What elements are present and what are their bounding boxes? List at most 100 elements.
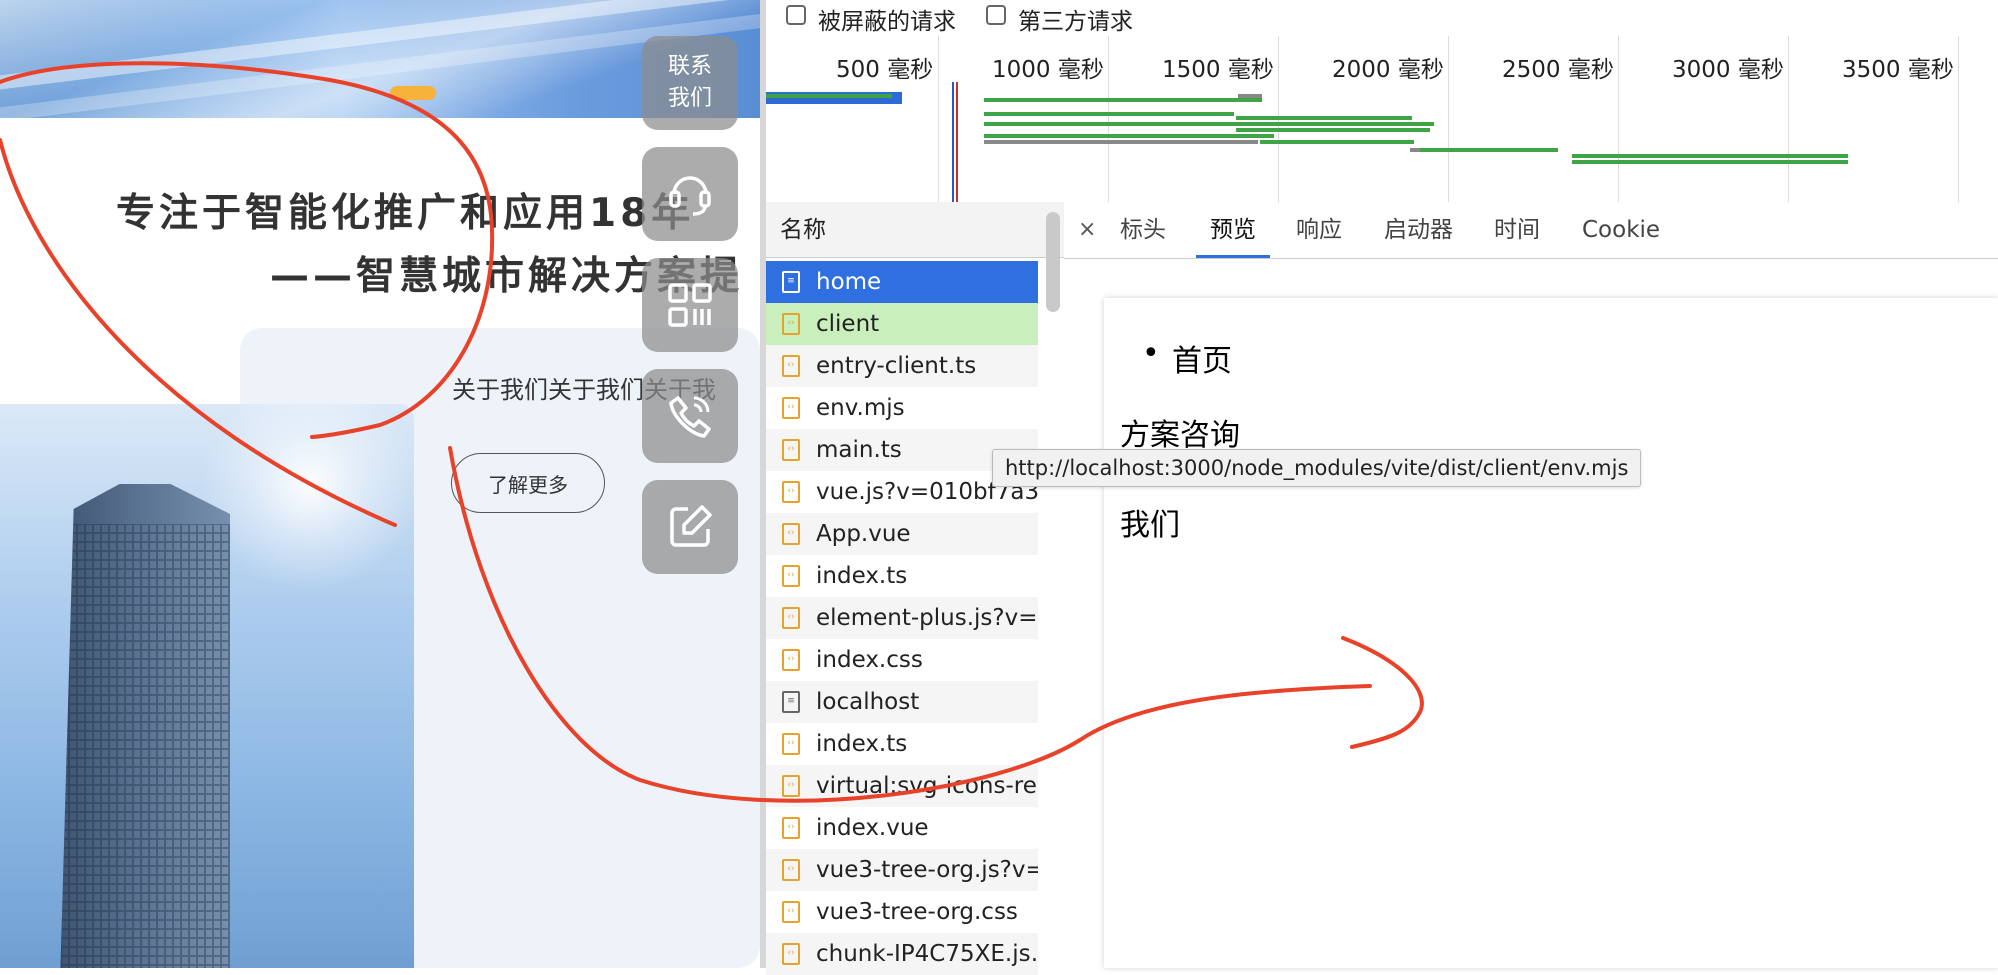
tab-initiator[interactable]: 启动器 (1384, 202, 1453, 258)
request-row[interactable]: ‹› entry-client.ts (766, 345, 1038, 387)
contact-us-button[interactable]: 联系 我们 (642, 36, 738, 130)
timeline-gridline (1958, 36, 1959, 202)
waterfall-bar (1260, 140, 1414, 144)
timeline-tick-label: 2500 毫秒 (1502, 57, 1614, 83)
request-row[interactable]: ‹› index.ts (766, 555, 1038, 597)
network-overview-timeline[interactable]: 500 毫秒 1000 毫秒 1500 毫秒 2000 毫秒 2500 毫秒 3… (766, 36, 1998, 203)
close-detail-button[interactable]: × (1078, 202, 1096, 258)
request-row[interactable]: ≡ localhost (766, 681, 1038, 723)
tab-timing[interactable]: 时间 (1494, 202, 1540, 258)
request-row[interactable]: ‹› chunk-IP4C75XE.js… (766, 933, 1038, 975)
request-detail-panel: × 标头 预览 响应 启动器 时间 Cookie 首页 方案咨询 联系 我们 (1064, 202, 1998, 968)
request-name: home (816, 269, 882, 295)
building-photo (0, 404, 414, 968)
request-row[interactable]: ‹› env.mjs (766, 387, 1038, 429)
waterfall-bar (1572, 160, 1848, 164)
document-file-icon: ≡ (782, 691, 800, 713)
qr-code-button[interactable] (642, 258, 738, 352)
html-preview: 首页 方案咨询 联系 我们 (1104, 298, 1998, 968)
request-name: virtual:svg-icons-re… (816, 773, 1038, 799)
request-name: index.ts (816, 563, 908, 589)
waterfall-bar (766, 94, 892, 98)
waterfall-bar (984, 112, 1234, 116)
waterfall-bar (984, 98, 1262, 102)
request-list-scrollbar[interactable] (1046, 212, 1060, 312)
request-row[interactable]: ‹› index.ts (766, 723, 1038, 765)
filter-bar: 被屏蔽的请求 第三方请求 (766, 0, 1998, 37)
script-file-icon: ‹› (782, 901, 800, 923)
request-name: vue3-tree-org.js?v=… (816, 857, 1038, 883)
customer-service-button[interactable] (642, 147, 738, 241)
timeline-tick-label: 500 毫秒 (836, 57, 934, 83)
script-file-icon: ‹› (782, 775, 800, 797)
timeline-gridline (938, 36, 939, 202)
script-file-icon: ‹› (782, 313, 800, 335)
script-file-icon: ‹› (782, 565, 800, 587)
script-file-icon: ‹› (782, 523, 800, 545)
timeline-tick-label: 1000 毫秒 (992, 57, 1104, 83)
contact-label-line-2: 我们 (667, 86, 712, 111)
request-name: App.vue (816, 521, 911, 547)
request-row[interactable]: ‹› App.vue (766, 513, 1038, 555)
phone-icon (669, 396, 711, 438)
timeline-tick-label: 3000 毫秒 (1672, 57, 1784, 83)
sun-glare (200, 404, 414, 594)
document-file-icon: ≡ (782, 271, 800, 293)
script-file-icon: ‹› (782, 607, 800, 629)
script-file-icon: ‹› (782, 733, 800, 755)
script-file-icon: ‹› (782, 859, 800, 881)
waterfall-bar (984, 134, 1274, 138)
tower-windows (60, 524, 230, 968)
blocked-requests-checkbox[interactable] (786, 5, 806, 25)
script-file-icon: ‹› (782, 943, 800, 965)
waterfall-bar (1572, 154, 1848, 158)
third-party-requests-checkbox[interactable] (986, 5, 1006, 25)
load-event-marker (956, 82, 958, 202)
waterfall-bar (984, 122, 1434, 126)
customer-service-icon (669, 176, 711, 216)
tab-response[interactable]: 响应 (1296, 202, 1342, 258)
request-name: localhost (816, 689, 920, 715)
preview-list-item: 首页 (1142, 336, 1232, 380)
timeline-gridline (1618, 36, 1619, 202)
request-row[interactable]: ‹› element-plus.js?v=… (766, 597, 1038, 639)
request-row[interactable]: ‹› client (766, 303, 1038, 345)
tab-preview[interactable]: 预览 (1196, 202, 1270, 258)
request-row[interactable]: ≡ home (766, 261, 1038, 303)
request-row[interactable]: ‹› index.vue (766, 807, 1038, 849)
request-name: element-plus.js?v=… (816, 605, 1038, 631)
feedback-button[interactable] (642, 480, 738, 574)
detail-tab-bar: × 标头 预览 响应 启动器 时间 Cookie (1064, 202, 1998, 259)
learn-more-button[interactable]: 了解更多 (451, 453, 605, 513)
name-column-header[interactable]: 名称 (766, 202, 1064, 258)
request-name: main.ts (816, 437, 902, 463)
hero-title: 专注于智能化推广和应用18年 (116, 191, 695, 236)
timeline-tick-label: 3500 毫秒 (1842, 57, 1954, 83)
website-viewport: 专注于智能化推广和应用18年 ——智慧城市解决方案提 关于我们关于我们关于我 了… (0, 0, 760, 968)
timeline-gridline (1788, 36, 1789, 202)
request-name: index.vue (816, 815, 929, 841)
request-row[interactable]: ‹› index.css (766, 639, 1038, 681)
timeline-tick-label: 1500 毫秒 (1162, 57, 1274, 83)
phone-button[interactable] (642, 369, 738, 463)
waterfall-bar (1238, 94, 1262, 98)
request-name: vue3-tree-org.css (816, 899, 1018, 925)
timeline-gridline (1108, 36, 1109, 202)
banner-carousel-indicator[interactable] (390, 86, 436, 100)
dom-content-loaded-marker (952, 82, 954, 202)
preview-text: 我们 (1120, 508, 1180, 543)
tab-cookie[interactable]: Cookie (1582, 202, 1660, 258)
waterfall-bar (1236, 128, 1430, 132)
contact-label-line-1: 联系 (667, 54, 712, 79)
script-file-icon: ‹› (782, 439, 800, 461)
request-row[interactable]: ‹› virtual:svg-icons-re… (766, 765, 1038, 807)
request-row[interactable]: ‹› vue3-tree-org.js?v=… (766, 849, 1038, 891)
request-name: index.ts (816, 731, 908, 757)
timeline-tick-label: 2000 毫秒 (1332, 57, 1444, 83)
tab-headers[interactable]: 标头 (1120, 202, 1166, 258)
script-file-icon: ‹› (782, 817, 800, 839)
request-row[interactable]: ‹› vue3-tree-org.css (766, 891, 1038, 933)
script-file-icon: ‹› (782, 397, 800, 419)
script-file-icon: ‹› (782, 355, 800, 377)
script-file-icon: ‹› (782, 649, 800, 671)
